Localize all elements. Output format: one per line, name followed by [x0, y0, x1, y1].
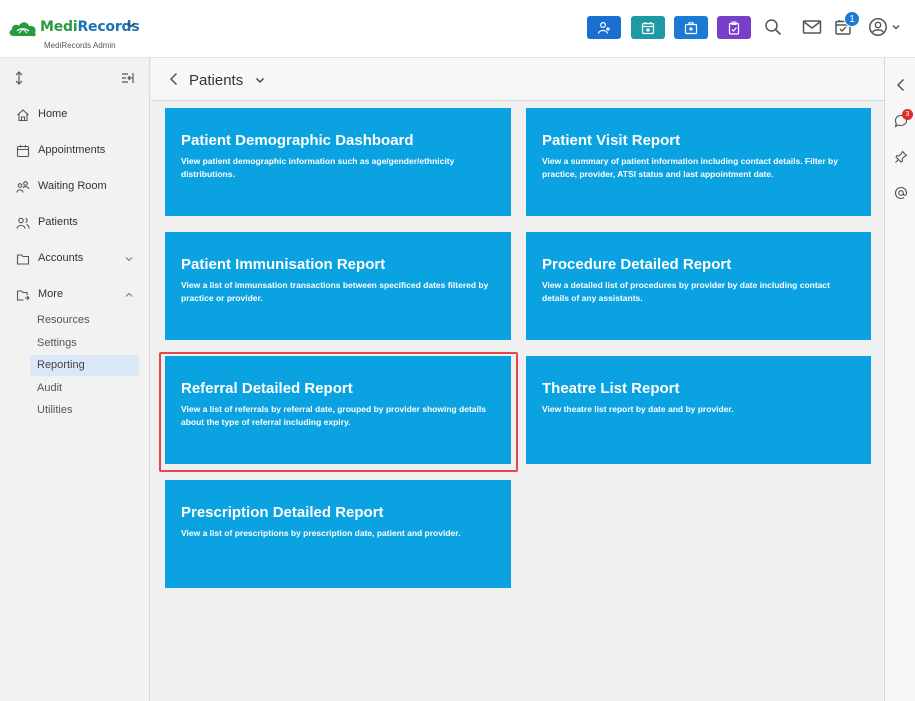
report-card-title: Patient Immunisation Report [181, 256, 386, 273]
sidebar-item-waiting-room[interactable]: Waiting Room [0, 173, 150, 201]
folder-icon [16, 254, 30, 265]
sidebar-item-patients[interactable]: Patients [0, 209, 150, 237]
sidebar-item-label: Patients [38, 216, 78, 228]
sidebar-toolbar [0, 58, 150, 98]
report-card-description: View patient demographic information suc… [181, 156, 455, 179]
user-avatar-icon [868, 18, 887, 36]
sidebar-item-label: Home [38, 108, 68, 120]
sidebar-item-home[interactable]: Home [0, 101, 150, 129]
add-patient-button[interactable] [587, 16, 621, 39]
report-card-description: View a detailed list of procedures by pr… [542, 280, 830, 303]
messages-button[interactable] [800, 15, 824, 39]
chevron-left-icon[interactable] [894, 78, 908, 92]
report-card-title: Prescription Detailed Report [181, 504, 384, 521]
sidebar-item-label: More [38, 288, 64, 300]
folder-more-icon [16, 290, 30, 301]
vertical-resize-icon[interactable] [14, 71, 24, 85]
clipboard-icon [728, 21, 740, 35]
right-rail: 3 [884, 58, 915, 701]
report-card-description: View a list of immunsation transactions … [181, 280, 489, 303]
pin-icon[interactable] [894, 150, 908, 164]
brand-name: MediRecords [40, 19, 140, 35]
patients-icon [16, 217, 30, 229]
sidebar-item-label: Accounts [38, 252, 84, 264]
chevron-down-icon[interactable] [255, 77, 265, 85]
selection-highlight [159, 352, 518, 472]
clipboard-button[interactable] [717, 16, 751, 39]
sidebar-item-appointments[interactable]: Appointments [0, 137, 150, 165]
sidebar-subitem-resources[interactable]: Resources [30, 310, 139, 331]
sidebar-item-accounts[interactable]: Accounts [0, 245, 150, 273]
report-card-procedure-detailed[interactable]: Procedure Detailed Report View a detaile… [526, 232, 871, 340]
report-card-title: Theatre List Report [542, 380, 680, 397]
brand-subtitle: MediRecords Admin [44, 41, 116, 50]
chat-badge: 3 [902, 109, 913, 120]
user-menu-button[interactable] [864, 15, 904, 39]
calendar-add-icon [641, 21, 655, 34]
chevron-up-icon [125, 292, 133, 297]
sidebar-item-label: Appointments [38, 144, 106, 156]
medical-kit-icon [684, 21, 698, 34]
page-title[interactable]: Patients [189, 72, 243, 89]
report-card-description: View a summary of patient information in… [542, 156, 838, 179]
brand-logo[interactable]: MediRecords MediRecords Admin [8, 14, 143, 52]
report-card-patient-visit[interactable]: Patient Visit Report View a summary of p… [526, 108, 871, 216]
waiting-room-icon [16, 181, 30, 193]
sidebar: Home Appointments Waiting Room Patients … [0, 58, 150, 701]
mail-icon [802, 20, 822, 34]
report-card-theatre-list[interactable]: Theatre List Report View theatre list re… [526, 356, 871, 464]
page-header: Patients [151, 58, 884, 101]
calendar-icon [16, 145, 30, 158]
collapse-sidebar-icon[interactable] [121, 72, 135, 84]
home-icon [17, 109, 29, 122]
chevron-down-icon [125, 257, 133, 262]
sidebar-subitem-utilities[interactable]: Utilities [30, 400, 139, 421]
search-button[interactable] [761, 15, 785, 39]
chevron-down-icon[interactable] [126, 20, 136, 30]
report-card-title: Patient Visit Report [542, 132, 681, 149]
cloud-logo-icon [9, 22, 36, 37]
report-card-title: Patient Demographic Dashboard [181, 132, 414, 149]
at-sign-icon[interactable] [894, 186, 908, 200]
notification-badge: 1 [844, 11, 860, 27]
sidebar-item-more[interactable]: More [0, 281, 150, 309]
report-card-description: View a list of prescriptions by prescrip… [181, 528, 461, 538]
report-card-prescription-detailed[interactable]: Prescription Detailed Report View a list… [165, 480, 511, 588]
report-card-description: View theatre list report by date and by … [542, 404, 734, 414]
report-card-title: Procedure Detailed Report [542, 256, 732, 273]
brand-name-medi: Medi [40, 19, 78, 35]
search-icon [765, 19, 782, 36]
sidebar-subitem-audit[interactable]: Audit [30, 378, 139, 399]
medical-kit-button[interactable] [674, 16, 708, 39]
report-card-patient-immunisation[interactable]: Patient Immunisation Report View a list … [165, 232, 511, 340]
chevron-left-icon[interactable] [169, 72, 179, 86]
add-appointment-button[interactable] [631, 16, 665, 39]
sidebar-item-label: Waiting Room [38, 180, 107, 192]
report-card-patient-demographic[interactable]: Patient Demographic Dashboard View patie… [165, 108, 511, 216]
sidebar-subitem-reporting[interactable]: Reporting [30, 355, 139, 376]
sidebar-subitem-settings[interactable]: Settings [30, 333, 139, 354]
chevron-down-icon [892, 25, 899, 30]
top-header: MediRecords MediRecords Admin 1 [0, 0, 915, 58]
add-patient-icon [597, 21, 610, 34]
